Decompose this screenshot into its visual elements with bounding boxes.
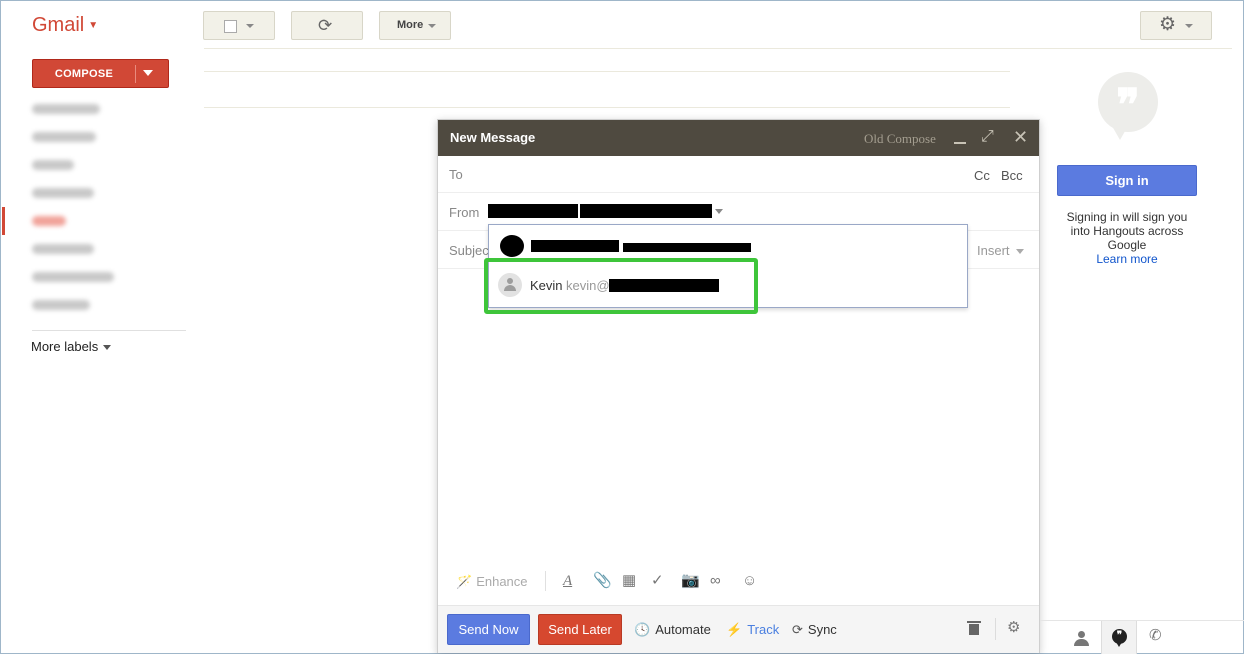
- bcc-link[interactable]: Bcc: [1001, 168, 1023, 183]
- from-option-name[interactable]: Kevin: [530, 278, 563, 293]
- compose-window: New Message Old Compose ⤢ ✕ To Cc Bcc Fr…: [437, 119, 1040, 653]
- compose-button-divider: [135, 65, 136, 83]
- font-icon[interactable]: A: [563, 572, 572, 590]
- toolbar-divider: [995, 618, 996, 640]
- refresh-icon: ⟳: [318, 16, 333, 35]
- to-field[interactable]: To: [449, 167, 463, 182]
- cc-link[interactable]: Cc: [974, 168, 990, 183]
- field-divider: [438, 192, 1039, 193]
- subject-field[interactable]: Subject: [449, 243, 492, 258]
- learn-more-link[interactable]: Learn more: [1057, 252, 1197, 266]
- caret-down-icon: [1185, 24, 1193, 28]
- enhance-button[interactable]: 🪄 Enhance: [456, 574, 528, 590]
- checkbox-icon: [224, 20, 237, 33]
- from-option-email[interactable]: kevin@: [566, 278, 610, 293]
- sidebar-item-active[interactable]: [32, 216, 66, 226]
- camera-icon[interactable]: 📷: [681, 572, 700, 590]
- sync-icon: ⟳: [792, 622, 803, 637]
- magic-wand-icon: 🪄: [456, 574, 473, 589]
- hangouts-sign-in-button[interactable]: Sign in: [1057, 165, 1197, 196]
- hangouts-logo-tail: [1112, 126, 1128, 140]
- track-label: Track: [747, 622, 780, 637]
- sync-label: Sync: [807, 622, 837, 637]
- minimize-icon[interactable]: [954, 142, 966, 144]
- paperclip-icon[interactable]: 📎: [593, 572, 612, 590]
- more-labels-link[interactable]: More labels: [31, 339, 112, 354]
- caret-down-icon: [1015, 249, 1024, 255]
- automate-label: Automate: [655, 622, 711, 637]
- sidebar-active-marker: [2, 207, 5, 235]
- person-icon: [1078, 631, 1085, 638]
- sidebar-item-inbox[interactable]: [32, 104, 100, 114]
- enhance-label: Enhance: [476, 574, 528, 589]
- trash-icon[interactable]: [967, 620, 981, 636]
- sync-button[interactable]: ⟳ Sync: [792, 622, 837, 638]
- phone-tab[interactable]: ✆: [1138, 621, 1174, 654]
- refresh-button[interactable]: ⟳: [291, 11, 363, 40]
- redacted-option-email[interactable]: [623, 243, 751, 252]
- caret-down-icon: [103, 345, 112, 351]
- automate-button[interactable]: 🕓 Automate: [634, 622, 711, 638]
- email-list-row[interactable]: [204, 107, 1010, 108]
- sidebar-item[interactable]: [32, 132, 96, 142]
- more-button[interactable]: More: [379, 11, 451, 40]
- compose-button[interactable]: COMPOSE: [32, 59, 169, 88]
- old-compose-link[interactable]: Old Compose: [864, 131, 936, 147]
- close-icon[interactable]: ✕: [1013, 127, 1028, 147]
- caret-down-icon: [246, 24, 254, 28]
- sidebar-item[interactable]: [32, 300, 90, 310]
- phone-icon: ✆: [1149, 627, 1162, 644]
- caret-down-icon: [428, 24, 436, 28]
- contacts-tab[interactable]: [1064, 621, 1100, 654]
- hangouts-description: Signing in will sign you into Hangouts a…: [1066, 210, 1188, 252]
- send-now-button[interactable]: Send Now: [447, 614, 530, 645]
- compose-dropdown-icon[interactable]: [143, 70, 153, 76]
- smiley-icon[interactable]: ☺: [742, 572, 757, 590]
- sidebar-divider: [32, 330, 186, 331]
- divider: [204, 48, 1232, 49]
- gmail-logo-text: Gmail: [32, 14, 85, 36]
- sidebar-item[interactable]: [32, 244, 94, 254]
- redacted-avatar: [500, 235, 524, 257]
- more-labels-text: More labels: [31, 339, 99, 354]
- toolbar-divider: [545, 571, 546, 591]
- sidebar-item[interactable]: [32, 272, 114, 282]
- settings-button[interactable]: ⚙: [1140, 11, 1212, 40]
- expand-icon[interactable]: ⤢: [981, 128, 994, 146]
- lightning-icon: ⚡: [726, 622, 743, 637]
- send-later-button[interactable]: Send Later: [538, 614, 622, 645]
- sidebar-item[interactable]: [32, 160, 74, 170]
- compose-settings-icon[interactable]: ⚙: [1007, 620, 1020, 636]
- calendar-icon[interactable]: ▦: [622, 572, 636, 590]
- from-dropdown-icon[interactable]: [715, 209, 723, 214]
- insert-dropdown[interactable]: Insert: [977, 243, 1024, 258]
- redacted-option-name[interactable]: [531, 240, 619, 252]
- quote-icon: ❞: [1116, 81, 1140, 130]
- email-list-row[interactable]: [204, 71, 1010, 72]
- track-button[interactable]: ⚡ Track: [726, 622, 779, 638]
- link-icon[interactable]: ∞: [710, 572, 721, 590]
- insert-label: Insert: [977, 243, 1010, 258]
- more-button-label: More: [397, 19, 424, 31]
- clock-icon: 🕓: [634, 622, 651, 637]
- avatar-icon: [498, 273, 522, 297]
- from-label: From: [449, 205, 480, 220]
- redacted-from-name[interactable]: [488, 204, 578, 218]
- compose-title: New Message: [450, 130, 536, 145]
- select-checkbox-button[interactable]: [203, 11, 275, 40]
- hangouts-tab[interactable]: ❞: [1101, 621, 1137, 654]
- compose-button-label: COMPOSE: [54, 68, 114, 80]
- gmail-logo[interactable]: Gmail ▼: [32, 14, 98, 37]
- caret-down-icon: ▼: [88, 20, 99, 32]
- gear-icon: ⚙: [1159, 14, 1177, 35]
- compose-header[interactable]: New Message Old Compose ⤢ ✕: [438, 120, 1039, 156]
- hangouts-logo: ❞: [1098, 72, 1158, 132]
- sidebar-item[interactable]: [32, 188, 94, 198]
- redacted-from-email[interactable]: [580, 204, 712, 218]
- redacted-email-domain[interactable]: [609, 279, 719, 292]
- hangouts-icon: ❞: [1112, 629, 1127, 647]
- check-circle-icon[interactable]: ✓: [651, 572, 664, 590]
